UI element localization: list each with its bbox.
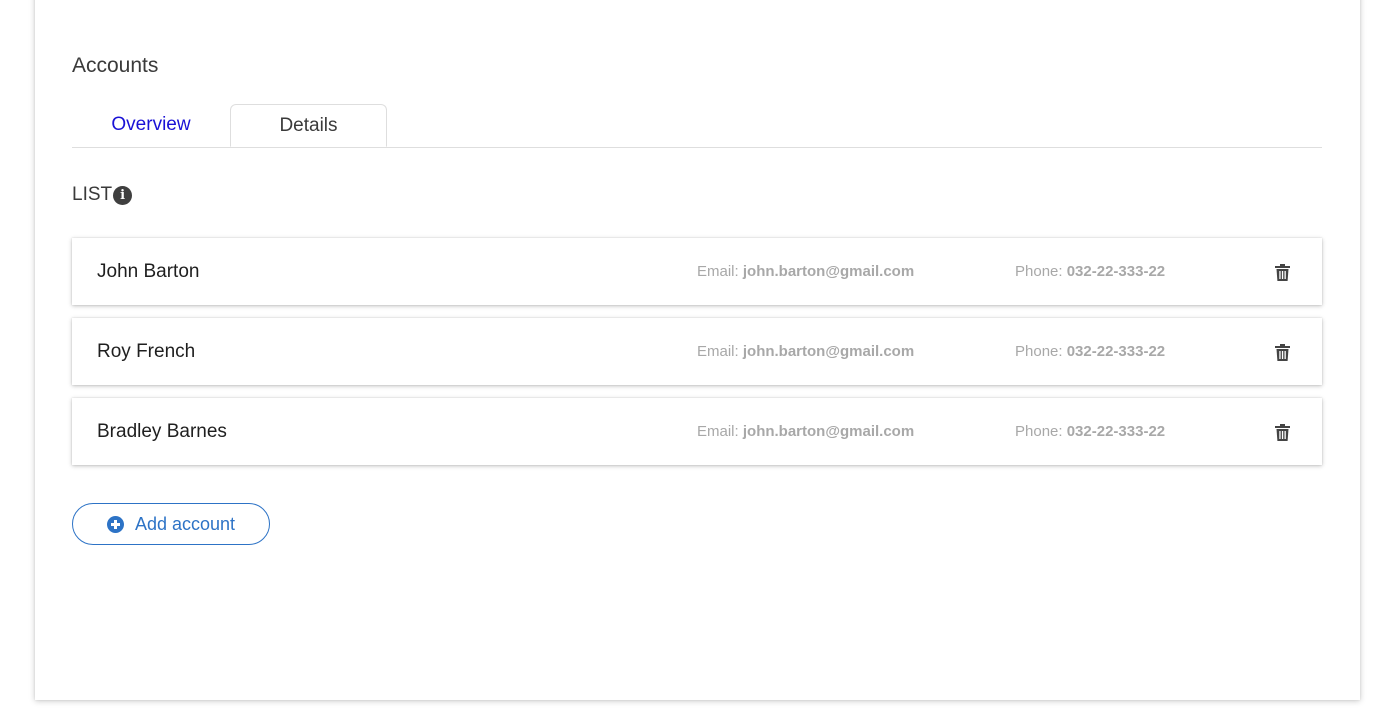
phone-label: Phone: bbox=[1015, 263, 1063, 280]
add-account-button[interactable]: Add account bbox=[72, 503, 270, 545]
trash-icon bbox=[1274, 263, 1290, 281]
account-email: Email: john.barton@gmail.com bbox=[697, 398, 914, 465]
account-phone: Phone: 032-22-333-22 bbox=[1015, 318, 1165, 385]
trash-icon bbox=[1274, 423, 1290, 441]
tab-bar: Overview Details bbox=[72, 104, 1322, 148]
phone-value: 032-22-333-22 bbox=[1066, 423, 1166, 440]
list-heading: LIST i bbox=[72, 184, 133, 206]
account-row: Roy French Email: john.barton@gmail.com … bbox=[72, 318, 1322, 385]
account-row: Bradley Barnes Email: john.barton@gmail.… bbox=[72, 398, 1322, 465]
account-name: Bradley Barnes bbox=[97, 421, 227, 442]
phone-label: Phone: bbox=[1015, 343, 1063, 360]
email-label: Email: bbox=[697, 343, 739, 360]
plus-circle-icon bbox=[106, 515, 124, 533]
email-value: john.barton@gmail.com bbox=[742, 343, 915, 360]
phone-label: Phone: bbox=[1015, 423, 1063, 440]
account-row: John Barton Email: john.barton@gmail.com… bbox=[72, 238, 1322, 305]
account-email: Email: john.barton@gmail.com bbox=[697, 318, 914, 385]
list-heading-label: LIST bbox=[72, 184, 113, 205]
phone-value: 032-22-333-22 bbox=[1066, 343, 1166, 360]
add-account-label: Add account bbox=[134, 513, 236, 534]
phone-value: 032-22-333-22 bbox=[1066, 263, 1166, 280]
page-title: Accounts bbox=[72, 54, 159, 77]
email-value: john.barton@gmail.com bbox=[742, 263, 915, 280]
email-label: Email: bbox=[697, 423, 739, 440]
info-icon[interactable]: i bbox=[113, 185, 133, 205]
accounts-list: John Barton Email: john.barton@gmail.com… bbox=[72, 238, 1322, 478]
account-phone: Phone: 032-22-333-22 bbox=[1015, 238, 1165, 305]
account-name: John Barton bbox=[97, 261, 200, 282]
trash-icon bbox=[1274, 343, 1290, 361]
account-name: Roy French bbox=[97, 341, 196, 362]
accounts-card: Accounts Overview Details LIST i John Ba… bbox=[35, 0, 1360, 700]
tab-overview[interactable]: Overview bbox=[72, 104, 230, 146]
tab-details[interactable]: Details bbox=[230, 104, 387, 147]
email-label: Email: bbox=[697, 263, 739, 280]
email-value: john.barton@gmail.com bbox=[742, 423, 915, 440]
account-phone: Phone: 032-22-333-22 bbox=[1015, 398, 1165, 465]
delete-account-button[interactable] bbox=[1272, 262, 1292, 282]
delete-account-button[interactable] bbox=[1272, 422, 1292, 442]
delete-account-button[interactable] bbox=[1272, 342, 1292, 362]
account-email: Email: john.barton@gmail.com bbox=[697, 238, 914, 305]
